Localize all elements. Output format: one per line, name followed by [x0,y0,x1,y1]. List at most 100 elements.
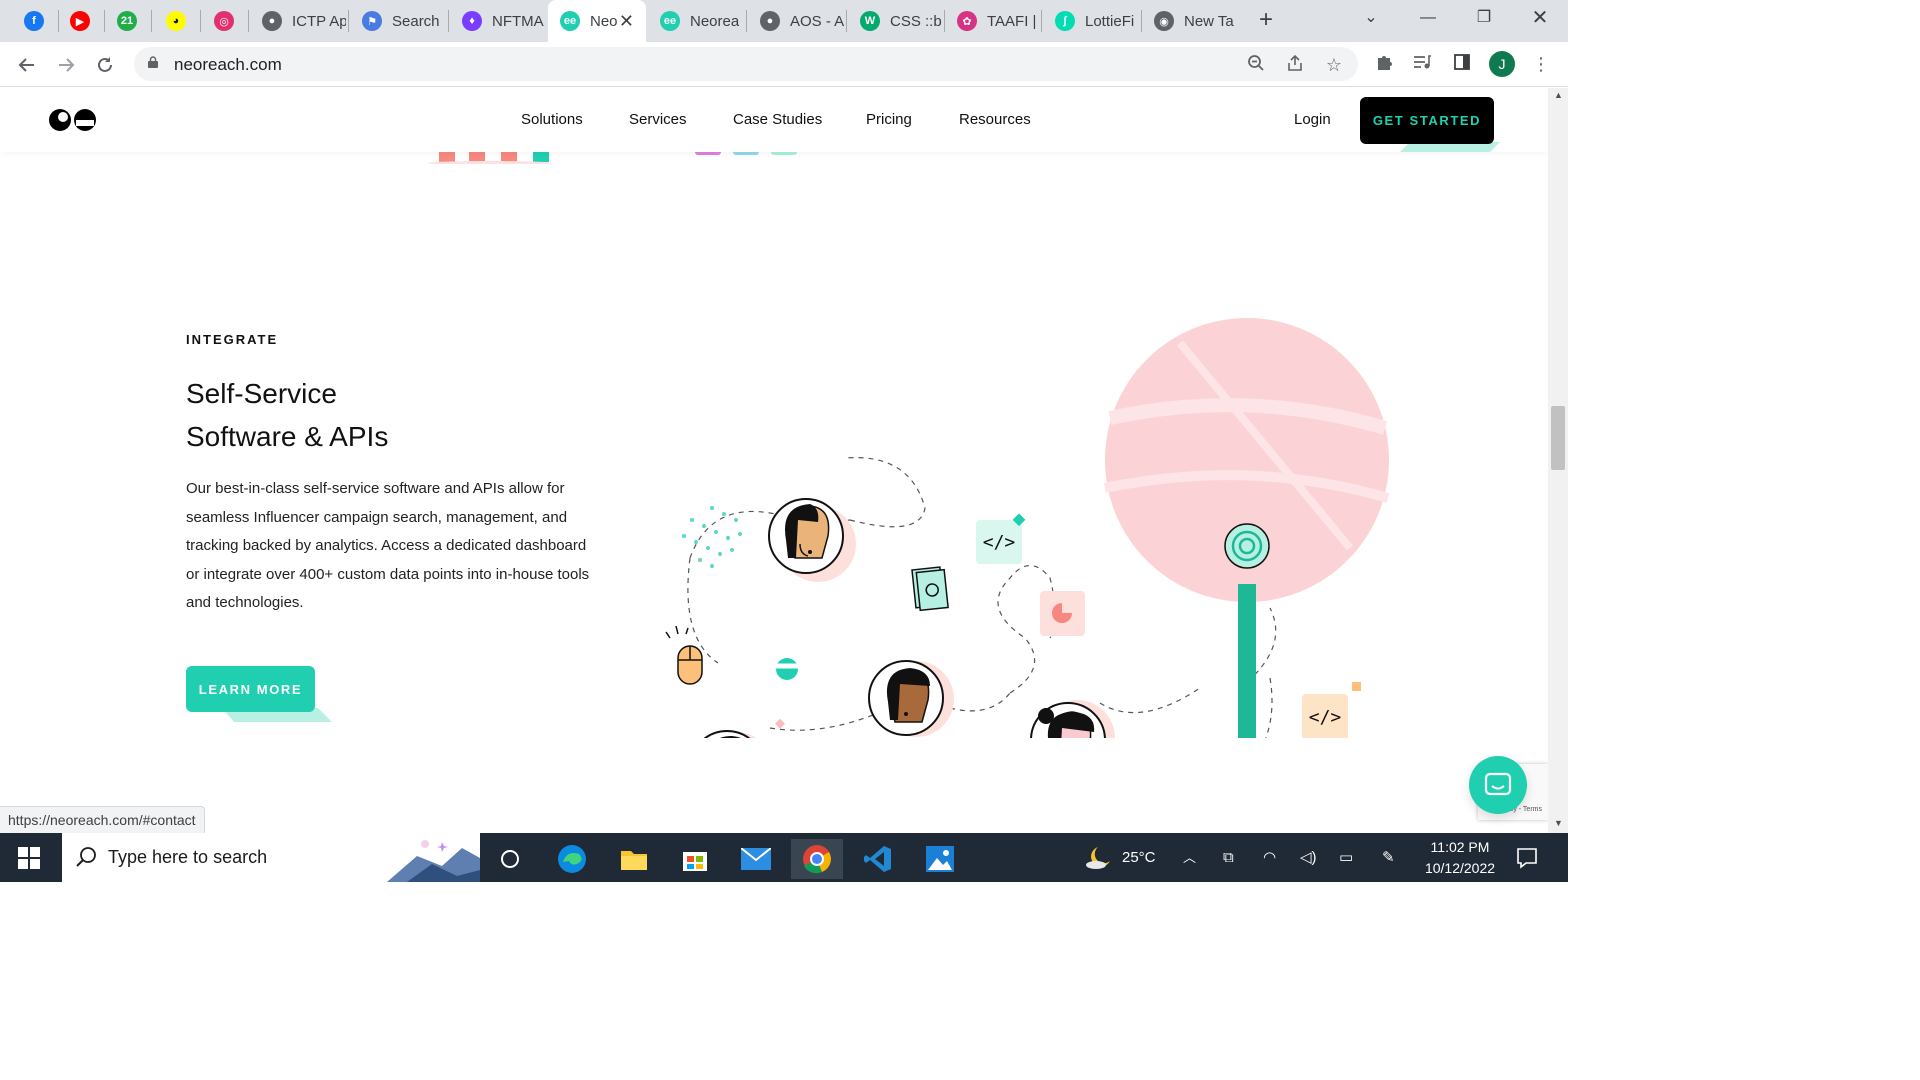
tab-separator [248,10,249,32]
zoom-icon[interactable] [1245,54,1267,76]
nav-resources[interactable]: Resources [959,111,1031,128]
meet-now-icon[interactable]: ⧉ [1223,833,1234,882]
new-tab-button[interactable]: + [1254,6,1278,36]
bookmark-star-icon[interactable]: ☆ [1323,54,1345,76]
avatar-person-3 [703,730,757,738]
file-explorer-icon[interactable] [614,839,654,879]
site-header: Solutions Services Case Studies Pricing … [0,88,1548,152]
weather-moon-icon[interactable] [1084,845,1114,871]
nav-pricing[interactable]: Pricing [866,111,912,128]
browser-tab[interactable]: ʃ LottieFi [1043,0,1139,42]
browser-tab[interactable]: ▶ [58,0,102,42]
youtube-icon: ▶ [70,11,90,31]
search-placeholder: Type here to search [108,847,268,867]
back-button[interactable] [12,50,42,80]
w3-icon: W [860,11,880,31]
browser-tab[interactable]: ⚑ Search [350,0,446,42]
learn-more-button[interactable]: LEARN MORE [186,666,315,712]
tab-active[interactable]: ee Neo ✕ [548,0,646,42]
edge-app-icon[interactable] [552,839,592,879]
browser-tab[interactable]: ✿ TAAFI | [945,0,1039,42]
flame-icon: ♦ [462,11,482,31]
profile-avatar[interactable]: J [1489,51,1515,77]
chrome-icon: ◉ [1154,11,1174,31]
chart-pie-square [1040,591,1085,636]
chat-launcher-button[interactable] [1469,756,1527,814]
volume-icon[interactable]: ◁) [1300,833,1317,882]
windows-start-icon[interactable] [18,847,40,869]
search-icon [76,847,96,867]
tab-title: TAAFI | [987,12,1037,30]
browser-tab[interactable]: 21 [105,0,149,42]
login-link[interactable]: Login [1294,111,1331,128]
tab-separator [448,10,449,32]
scroll-down-arrow-icon[interactable]: ▼ [1554,818,1563,828]
vscode-app-icon[interactable] [858,839,898,879]
minimize-button[interactable]: — [1400,0,1456,36]
flag-icon: ⚑ [362,11,382,31]
browser-tab[interactable]: ● AOS - A [748,0,844,42]
target-icon [1224,523,1270,569]
snapchat-icon: ◕ [166,11,186,31]
browser-tab[interactable]: ◕ [154,0,198,42]
code-glyph-top: </> [983,532,1016,553]
scrollbar-thumb[interactable] [1551,406,1565,470]
facebook-icon: f [24,11,44,31]
tray-overflow-chevron-icon[interactable]: ︿ [1183,833,1196,882]
search-highlight-art [387,840,480,882]
browser-tab[interactable]: ◎ [202,0,246,42]
tab-title: NFTMA [492,12,544,30]
browser-tab-strip: f ▶ 21 ◕ ◎ ● ICTP Ap ⚑ Search ♦ NFTMA ee Neo ✕ ee Neore… [0,0,1568,42]
notifications-icon[interactable] [1516,847,1538,869]
photos-app-icon[interactable] [920,839,960,879]
extensions-puzzle-icon[interactable] [1373,53,1395,75]
browser-tab[interactable]: ◉ New Ta [1142,0,1236,42]
scroll-up-arrow-icon[interactable]: ▲ [1554,90,1563,100]
mail-app-icon[interactable] [736,839,776,879]
browser-tab[interactable]: W CSS ::be [848,0,942,42]
dot-grid-decoration [682,506,742,568]
side-panel-icon[interactable] [1451,53,1473,75]
bar-chart [1238,584,1256,738]
forward-button[interactable] [51,50,81,80]
share-icon[interactable] [1284,54,1306,76]
tab-search-button[interactable]: ⌄ [1343,0,1399,36]
browser-tab[interactable]: ee Neorea [648,0,744,42]
avatar-person-2 [868,660,954,737]
page-scrollbar[interactable]: ▲ ▼ [1548,88,1568,833]
taskbar-clock[interactable]: 11:02 PM 10/12/2022 [1415,837,1505,879]
battery-icon[interactable]: ▭ [1339,833,1353,882]
page-viewport: Solutions Services Case Studies Pricing … [0,88,1548,833]
media-queue-icon[interactable] [1411,53,1433,75]
nav-case-studies[interactable]: Case Studies [733,111,822,128]
avatar-person-4 [1030,700,1115,738]
lock-icon [148,56,158,68]
pen-icon[interactable]: ✎ [1382,833,1395,882]
21-icon: 21 [117,11,137,31]
browser-tab[interactable]: f [12,0,56,42]
browser-tab[interactable]: ● ICTP Ap [250,0,346,42]
close-window-button[interactable]: ✕ [1512,0,1568,36]
section-headline: Self-Service Software & APIs [186,372,388,458]
tab-separator [746,10,747,32]
microsoft-store-icon[interactable] [675,839,715,879]
close-tab-icon[interactable]: ✕ [619,11,634,32]
more-menu-icon[interactable]: ⋮ [1530,53,1552,75]
restore-button[interactable]: ❐ [1456,0,1512,36]
get-started-button[interactable]: GET STARTED [1360,97,1494,144]
wifi-icon[interactable]: ◠ [1263,833,1276,882]
windows-taskbar: Type here to search 25°C ︿ ⧉ ◠ ◁) ▭ ✎ 11… [0,833,1568,882]
task-view-button[interactable] [490,839,530,879]
headline-line-1: Self-Service [186,378,337,409]
neoreach-logo[interactable] [48,108,98,132]
nav-solutions[interactable]: Solutions [521,111,583,128]
address-bar[interactable]: neoreach.com ☆ [134,47,1358,81]
chrome-app-icon[interactable] [791,839,843,879]
taskbar-search-box[interactable]: Type here to search [62,833,480,882]
reload-button[interactable] [90,50,120,80]
temperature-text[interactable]: 25°C [1122,833,1156,882]
tab-title: New Ta [1184,12,1234,30]
browser-tab[interactable]: ♦ NFTMA [450,0,546,42]
instagram-icon: ◎ [214,11,234,31]
nav-services[interactable]: Services [629,111,687,128]
